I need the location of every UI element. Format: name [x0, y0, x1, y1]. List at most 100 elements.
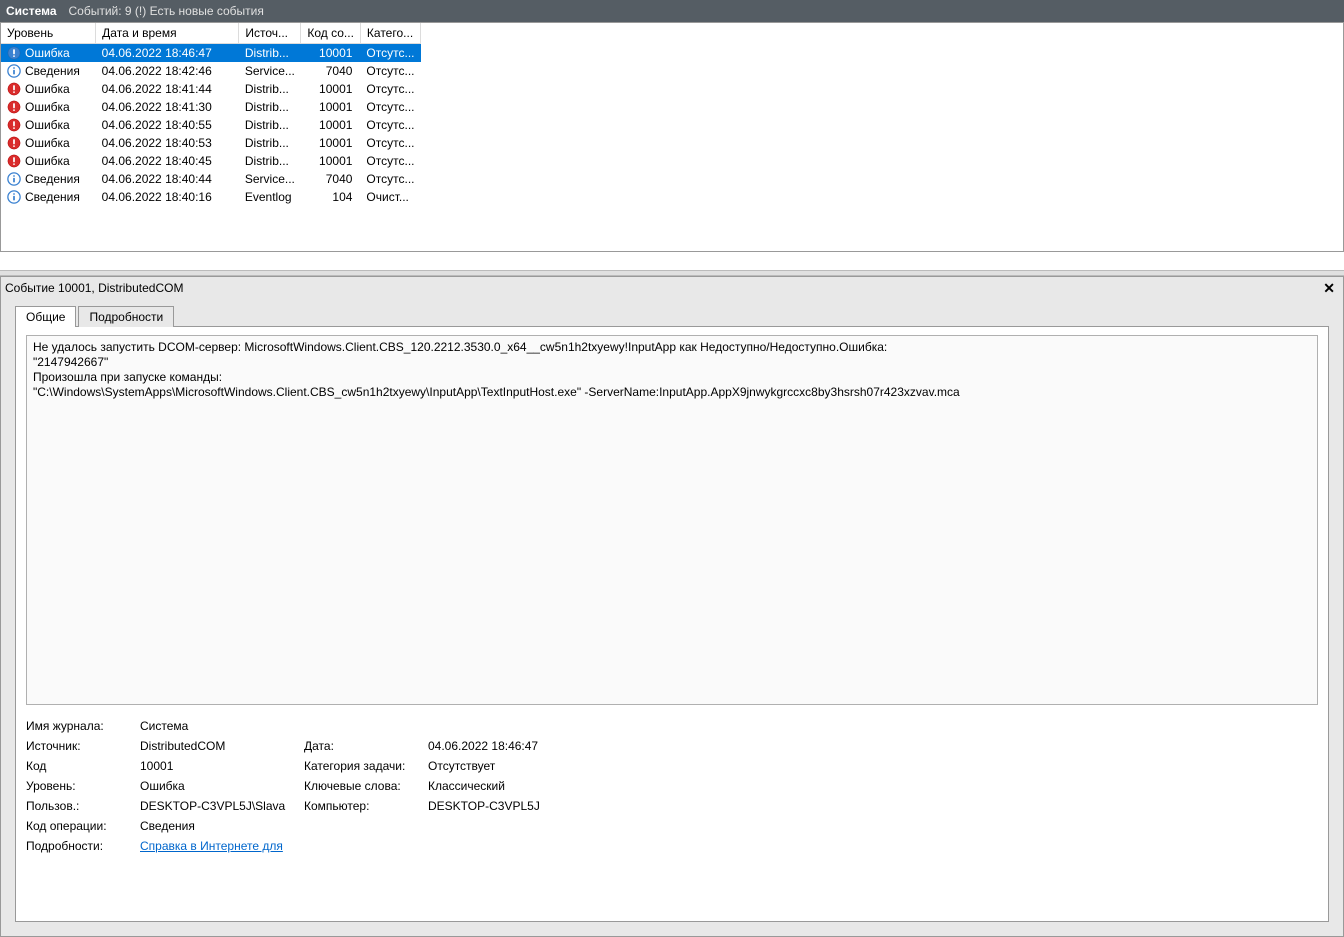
cell-level: Сведения: [25, 172, 80, 186]
error-icon: [7, 100, 21, 114]
cell-level: Сведения: [25, 64, 80, 78]
col-code[interactable]: Код со...: [301, 23, 361, 44]
error-icon: [7, 118, 21, 132]
cell-code: 10001: [301, 134, 361, 152]
cell-category: Отсутс...: [360, 116, 420, 134]
cell-source: Distrib...: [239, 98, 301, 116]
cell-datetime: 04.06.2022 18:41:44: [96, 80, 239, 98]
detail-header: Событие 10001, DistributedCOM ✕: [1, 277, 1343, 299]
error-icon: [7, 136, 21, 150]
val-level: Ошибка: [140, 779, 300, 793]
cell-code: 104: [301, 188, 361, 206]
event-message[interactable]: Не удалось запустить DCOM-сервер: Micros…: [26, 335, 1318, 705]
cell-category: Очист...: [360, 188, 420, 206]
val-opcode: Сведения: [140, 819, 728, 833]
cell-datetime: 04.06.2022 18:40:55: [96, 116, 239, 134]
cell-datetime: 04.06.2022 18:40:16: [96, 188, 239, 206]
val-keywords: Классический: [428, 779, 728, 793]
cell-category: Отсутс...: [360, 62, 420, 80]
cell-category: Отсутс...: [360, 170, 420, 188]
error-icon: [7, 82, 21, 96]
table-row[interactable]: Сведения 04.06.2022 18:40:16Eventlog104Оч…: [1, 188, 421, 206]
table-row[interactable]: Сведения 04.06.2022 18:42:46Service...704…: [1, 62, 421, 80]
cell-source: Distrib...: [239, 80, 301, 98]
tab-general[interactable]: Общие: [15, 306, 76, 327]
col-source[interactable]: Источ...: [239, 23, 301, 44]
lbl-computer: Компьютер:: [304, 799, 424, 813]
lbl-date: Дата:: [304, 739, 424, 753]
cell-level: Ошибка: [25, 136, 70, 150]
val-date: 04.06.2022 18:46:47: [428, 739, 728, 753]
tab-body-general: Не удалось запустить DCOM-сервер: Micros…: [15, 326, 1329, 922]
val-moreinfo: Справка в Интернете для: [140, 839, 728, 853]
cell-datetime: 04.06.2022 18:40:53: [96, 134, 239, 152]
titlebar: Система Событий: 9 (!) Есть новые событи…: [0, 0, 1344, 22]
lbl-source: Источник:: [26, 739, 136, 753]
event-table: Уровень Дата и время Источ... Код со... …: [1, 23, 421, 206]
cell-source: Distrib...: [239, 134, 301, 152]
table-row[interactable]: Ошибка 04.06.2022 18:41:44Distrib...10001…: [1, 80, 421, 98]
table-row[interactable]: Ошибка 04.06.2022 18:46:47Distrib...10001…: [1, 44, 421, 62]
cell-code: 10001: [301, 116, 361, 134]
cell-level: Ошибка: [25, 46, 70, 60]
cell-source: Eventlog: [239, 188, 301, 206]
cell-category: Отсутс...: [360, 44, 420, 62]
val-computer: DESKTOP-C3VPL5J: [428, 799, 728, 813]
val-user: DESKTOP-C3VPL5J\Slava: [140, 799, 300, 813]
table-row[interactable]: Ошибка 04.06.2022 18:41:30Distrib...10001…: [1, 98, 421, 116]
col-category[interactable]: Катего...: [360, 23, 420, 44]
lbl-moreinfo: Подробности:: [26, 839, 136, 853]
cell-datetime: 04.06.2022 18:40:44: [96, 170, 239, 188]
cell-datetime: 04.06.2022 18:40:45: [96, 152, 239, 170]
cell-source: Service...: [239, 170, 301, 188]
cell-level: Ошибка: [25, 154, 70, 168]
event-grid[interactable]: Уровень Дата и время Источ... Код со... …: [0, 22, 1344, 252]
info-icon: [7, 190, 21, 204]
cell-code: 10001: [301, 80, 361, 98]
cell-category: Отсутс...: [360, 98, 420, 116]
val-source: DistributedCOM: [140, 739, 300, 753]
table-row[interactable]: Сведения 04.06.2022 18:40:44Service...704…: [1, 170, 421, 188]
cell-datetime: 04.06.2022 18:41:30: [96, 98, 239, 116]
cell-source: Distrib...: [239, 44, 301, 62]
error-icon: [7, 46, 21, 60]
lbl-user: Пользов.:: [26, 799, 136, 813]
cell-code: 10001: [301, 44, 361, 62]
table-row[interactable]: Ошибка 04.06.2022 18:40:45Distrib...10001…: [1, 152, 421, 170]
cell-code: 7040: [301, 170, 361, 188]
tab-details[interactable]: Подробности: [78, 306, 174, 327]
cell-source: Service...: [239, 62, 301, 80]
lbl-opcode: Код операции:: [26, 819, 136, 833]
val-taskcat: Отсутствует: [428, 759, 728, 773]
cell-code: 10001: [301, 98, 361, 116]
cell-source: Distrib...: [239, 116, 301, 134]
cell-datetime: 04.06.2022 18:42:46: [96, 62, 239, 80]
lbl-level: Уровень:: [26, 779, 136, 793]
table-row[interactable]: Ошибка 04.06.2022 18:40:53Distrib...10001…: [1, 134, 421, 152]
tabstrip: Общие Подробности: [1, 299, 1343, 326]
close-icon[interactable]: ✕: [1319, 280, 1339, 297]
cell-level: Сведения: [25, 190, 80, 204]
info-icon: [7, 64, 21, 78]
cell-datetime: 04.06.2022 18:46:47: [96, 44, 239, 62]
help-link[interactable]: Справка в Интернете для: [140, 839, 283, 853]
lbl-taskcat: Категория задачи:: [304, 759, 424, 773]
col-datetime[interactable]: Дата и время: [96, 23, 239, 44]
event-properties: Имя журнала: Система Источник: Distribut…: [26, 719, 1318, 853]
cell-level: Ошибка: [25, 100, 70, 114]
val-logname: Система: [140, 719, 728, 733]
cell-source: Distrib...: [239, 152, 301, 170]
col-level[interactable]: Уровень: [1, 23, 96, 44]
lbl-logname: Имя журнала:: [26, 719, 136, 733]
detail-pane: Событие 10001, DistributedCOM ✕ Общие По…: [0, 276, 1344, 937]
lbl-keywords: Ключевые слова:: [304, 779, 424, 793]
cell-category: Отсутс...: [360, 80, 420, 98]
cell-code: 7040: [301, 62, 361, 80]
cell-level: Ошибка: [25, 82, 70, 96]
cell-code: 10001: [301, 152, 361, 170]
titlebar-status: Событий: 9 (!) Есть новые события: [69, 4, 264, 18]
table-row[interactable]: Ошибка04.06.2022 18:40:55Distrib...10001…: [1, 116, 421, 134]
lbl-code: Код: [26, 759, 136, 773]
info-icon: [7, 172, 21, 186]
error-icon: [7, 154, 21, 168]
